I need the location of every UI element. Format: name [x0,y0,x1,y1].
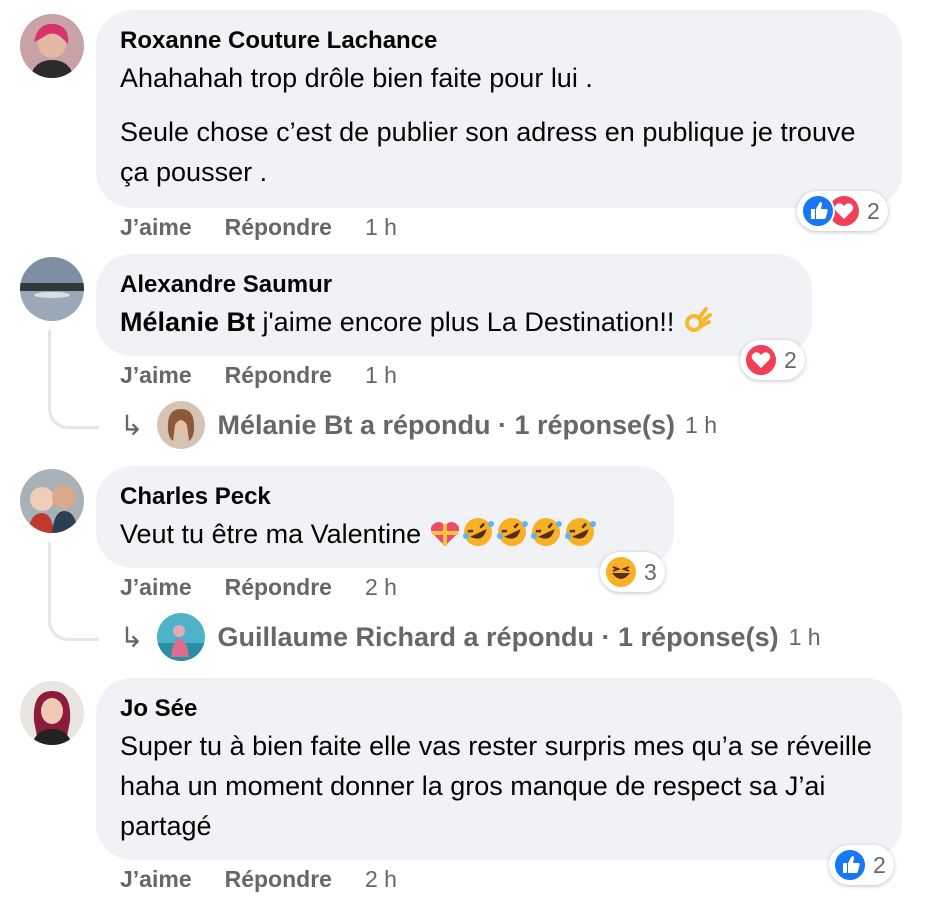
mention-link[interactable]: Mélanie Bt [120,307,255,337]
avatar[interactable] [20,257,84,321]
like-button[interactable]: J’aime [120,362,192,389]
comment-timestamp[interactable]: 2 h [365,574,397,601]
comment-timestamp[interactable]: 2 h [365,866,397,893]
comment-bubble: Charles Peck Veut tu être ma Valentine [96,466,674,568]
like-icon [833,848,867,882]
comment-paragraph: Seule chose c’est de publier son adress … [120,117,856,187]
comment-text-body: Super tu à bien faite elle vas rester su… [120,731,872,841]
reply-button[interactable]: Répondre [225,866,332,893]
comment-author[interactable]: Roxanne Couture Lachance [120,26,878,56]
reaction-summary[interactable]: 2 [829,845,894,885]
comment-author[interactable]: Charles Peck [120,482,650,512]
reply-avatar [157,401,206,449]
ok-hand-emoji [682,306,712,347]
comment-text-body: j'aime encore plus La Destination!! [255,307,682,337]
like-button[interactable]: J’aime [120,574,192,601]
replies-summary[interactable]: Mélanie Bt a répondu · 1 réponse(s) [217,410,675,441]
thread-connector [48,330,99,429]
rofl-emoji [461,516,495,559]
reply-avatar [157,613,206,661]
reaction-count: 2 [784,346,797,373]
haha-icon [604,555,638,589]
like-icon [801,194,835,228]
comment-text: Super tu à bien faite elle vas rester su… [120,726,880,846]
comment-bubble: Jo Sée Super tu à bien faite elle vas re… [96,678,902,860]
comment-text: Mélanie Bt j'aime encore plus La Destina… [120,302,788,347]
comment-text: Veut tu être ma Valentine [120,514,650,559]
avatar[interactable] [20,681,84,745]
comment-timestamp[interactable]: 1 h [365,214,397,241]
rofl-emoji [529,516,563,559]
reaction-count: 3 [644,558,657,585]
thread-connector [48,542,99,641]
avatar[interactable] [20,14,84,78]
comment-bubble: Roxanne Couture Lachance Ahahahah trop d… [96,10,902,208]
comment-actions: J’aime Répondre 2 h [120,574,397,601]
replies-summary[interactable]: Guillaume Richard a répondu · 1 réponse(… [217,622,778,653]
reaction-count: 2 [867,197,880,224]
view-replies-link[interactable]: ↳ Mélanie Bt a répondu · 1 réponse(s) 1 … [120,401,717,449]
comment-author[interactable]: Alexandre Saumur [120,270,788,300]
love-icon [744,343,778,377]
comment-paragraph: Ahahahah trop drôle bien faite pour lui … [120,63,593,93]
comment-actions: J’aime Répondre 1 h [120,362,397,389]
reaction-summary[interactable]: 2 [740,340,805,380]
reply-button[interactable]: Répondre [225,214,332,241]
reaction-summary[interactable]: 3 [600,552,665,592]
rofl-emoji [563,516,597,559]
like-button[interactable]: J’aime [120,866,192,893]
comment-timestamp[interactable]: 1 h [365,362,397,389]
reply-arrow-icon: ↳ [120,409,144,441]
comment-actions: J’aime Répondre 1 h [120,214,397,241]
reply-arrow-icon: ↳ [120,621,144,653]
comment-author[interactable]: Jo Sée [120,694,878,724]
heart-gift-emoji [429,518,461,559]
replies-timestamp: 1 h [685,411,718,438]
rofl-emoji [495,516,529,559]
reply-button[interactable]: Répondre [225,574,332,601]
comment-bubble: Alexandre Saumur Mélanie Bt j'aime encor… [96,254,812,356]
comment-actions: J’aime Répondre 2 h [120,866,397,893]
comment-text-body: Veut tu être ma Valentine [120,519,429,549]
like-button[interactable]: J’aime [120,214,192,241]
reply-button[interactable]: Répondre [225,362,332,389]
reaction-summary[interactable]: 2 [797,191,888,231]
avatar[interactable] [20,469,84,533]
replies-timestamp: 1 h [788,623,821,650]
reaction-count: 2 [873,851,886,878]
view-replies-link[interactable]: ↳ Guillaume Richard a répondu · 1 répons… [120,613,821,661]
comment-text: Ahahahah trop drôle bien faite pour lui … [120,58,878,192]
